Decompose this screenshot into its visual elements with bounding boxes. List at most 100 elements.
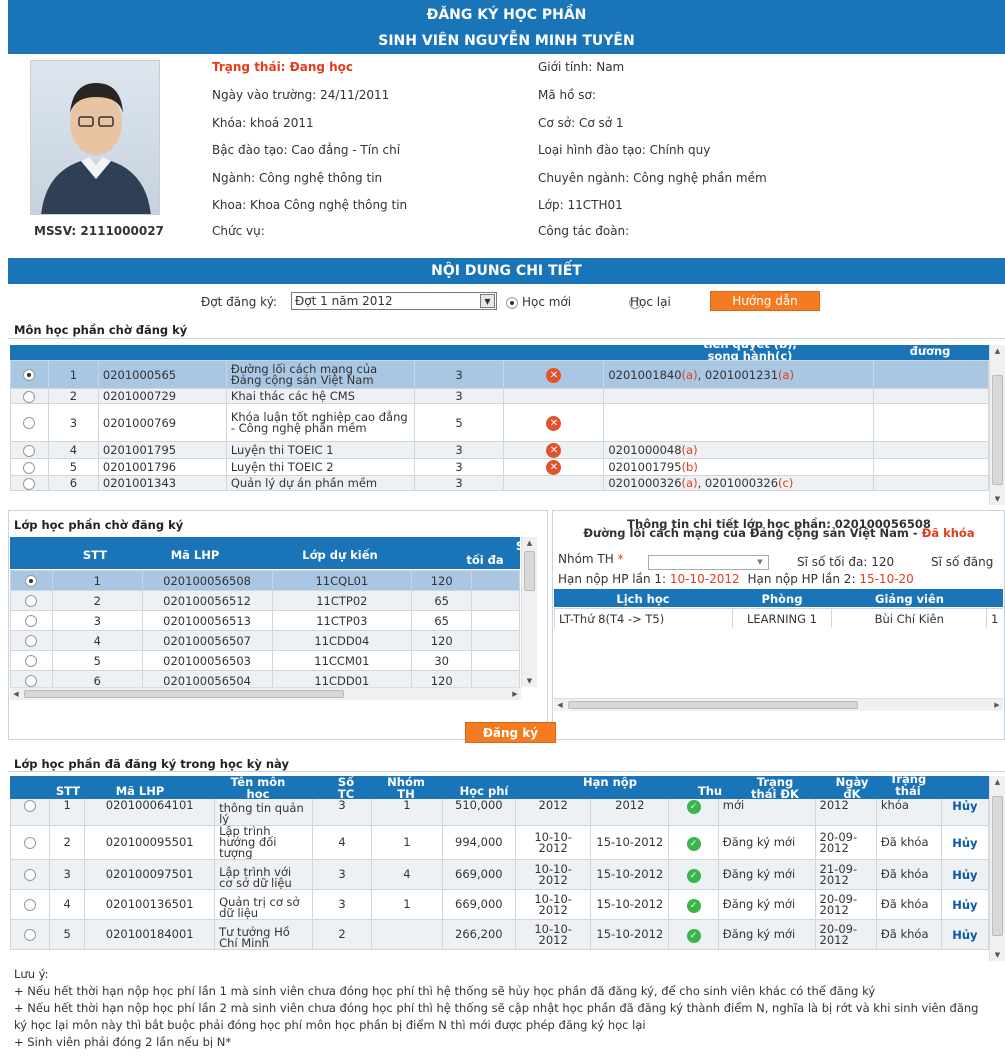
row-select-cell[interactable]	[10, 458, 49, 476]
registered-scrollbar[interactable]: ▲ ▼	[989, 776, 1005, 961]
chevron-down-icon[interactable]: ▼	[480, 294, 495, 308]
class-row[interactable]: 2 020100056512 11CTP02 65	[10, 590, 520, 611]
row-select-cell[interactable]	[10, 610, 53, 631]
course-row[interactable]: 2 0201000729 Khai thác các hệ CMS 3	[10, 388, 989, 404]
room-cell: LEARNING 1	[731, 608, 833, 628]
row-select-cell[interactable]	[10, 403, 49, 442]
class-row[interactable]: 1 020100056508 11CQL01 120	[10, 570, 520, 591]
pending-classes-header: STT Mã LHP Lớp dự kiến S tối đa	[10, 537, 520, 569]
chevron-down-icon[interactable]: ▼	[753, 556, 767, 569]
row-radio[interactable]	[25, 615, 38, 627]
max-size-label: Sĩ số tối đa: 120	[797, 555, 895, 569]
row-select-cell[interactable]	[10, 889, 50, 920]
row-radio[interactable]	[23, 899, 36, 911]
registered-row[interactable]: 5 020100184001 Tư tưởng Hồ Chí Minh 2 266,20…	[10, 919, 989, 950]
stt-cell: 5	[47, 458, 99, 476]
name-cell: Lập trình hướng đối tượng	[214, 825, 313, 860]
registered-row[interactable]: 4 020100136501 Quản trị cơ sở dữ liệu 3 1 669…	[10, 889, 989, 920]
pending-classes-hscrollbar[interactable]: ◀ ▶	[10, 687, 521, 700]
course-row[interactable]: 4 0201001795 Luyện thi TOEIC 1 3 ✕ 0201000048…	[10, 441, 989, 459]
row-radio[interactable]	[23, 929, 36, 941]
gender-field: Giới tính: Nam	[538, 60, 625, 74]
row-radio[interactable]	[25, 655, 38, 667]
class-cell: 11CQL01	[271, 570, 413, 591]
registered-row[interactable]: 1 020100064101 thông tin quản lý 3 1 510,000 2…	[10, 799, 989, 826]
row-radio[interactable]	[23, 869, 36, 881]
due2-cell: 2012	[590, 799, 670, 826]
col-group: Nhóm TH	[387, 776, 425, 799]
row-radio[interactable]	[23, 390, 36, 403]
radio-new-course[interactable]	[506, 296, 518, 309]
row-radio[interactable]	[23, 837, 36, 849]
row-select-cell[interactable]	[10, 825, 50, 860]
row-radio[interactable]	[23, 417, 36, 429]
cancel-button[interactable]: Hủy	[940, 799, 989, 826]
row-radio[interactable]	[23, 461, 36, 474]
course-row[interactable]: 1 0201000565 Đường lối cách mạng của Đảng …	[10, 360, 989, 389]
cancel-button[interactable]: Hủy	[940, 825, 989, 860]
pending-courses-scrollbar[interactable]: ▲ ▼	[989, 345, 1005, 505]
class-row[interactable]: 4 020100056507 11CDD04 120	[10, 630, 520, 651]
class-cell: 11CDD01	[271, 670, 413, 687]
prereq-cell: 0201001795(b)	[603, 458, 875, 476]
row-select-cell[interactable]	[10, 360, 49, 389]
col-room: Phòng	[761, 592, 803, 606]
row-select-cell[interactable]	[10, 919, 50, 950]
credits-cell: 3	[413, 475, 505, 491]
class-row[interactable]: 5 020100056503 11CCM01 30	[10, 650, 520, 671]
note-3: + Sinh viên phải đóng 2 lần nếu bị N*	[14, 1035, 232, 1049]
row-select-cell[interactable]	[10, 570, 53, 591]
cancel-button[interactable]: Hủy	[940, 859, 989, 890]
registered-row[interactable]: 2 020100095501 Lập trình hướng đối tượng 4 1…	[10, 825, 989, 860]
row-radio[interactable]	[23, 800, 36, 812]
guide-button[interactable]: Hướng dẫn	[710, 291, 820, 311]
class-detail-hscrollbar[interactable]: ◀ ▶	[554, 698, 1003, 711]
period-select[interactable]: Đợt 1 năm 2012 ▼	[291, 292, 497, 310]
paid-cell: ✓	[668, 825, 719, 860]
prereq-type: (a)	[778, 367, 795, 382]
state-cell: Đã khóa	[875, 889, 942, 920]
row-select-cell[interactable]	[10, 670, 53, 687]
row-select-cell[interactable]	[10, 388, 49, 404]
cancel-button[interactable]: Hủy	[940, 889, 989, 920]
row-radio[interactable]	[23, 444, 36, 457]
page-title: ĐĂNG KÝ HỌC PHẦN	[8, 0, 1005, 28]
check-icon: ✓	[686, 898, 701, 913]
row-select-cell[interactable]	[10, 475, 49, 491]
row-select-cell[interactable]	[10, 441, 49, 459]
class-row[interactable]: 6 020100056504 11CDD01 120	[10, 670, 520, 687]
extra-cell	[471, 650, 520, 671]
course-row[interactable]: 6 0201001343 Quản lý dự án phần mềm 3 020100…	[10, 475, 989, 491]
register-button[interactable]: Đăng ký	[465, 722, 556, 743]
equiv-cell	[873, 458, 989, 476]
registered-row[interactable]: 3 020100097501 Lập trình với cơ sở dữ liệu…	[10, 859, 989, 890]
row-radio[interactable]	[25, 575, 38, 587]
radio-new-label: Học mới	[522, 295, 572, 309]
paid-cell: ✓	[668, 889, 719, 920]
due2-cell: 15-10-2012	[590, 859, 670, 890]
row-select-cell[interactable]	[10, 590, 53, 611]
row-radio[interactable]	[23, 477, 36, 490]
cancel-button[interactable]: Hủy	[940, 919, 989, 950]
equiv-cell	[873, 441, 989, 459]
row-select-cell[interactable]	[10, 630, 53, 651]
pending-classes-scrollbar[interactable]: ▲ ▼	[521, 537, 537, 687]
group-select[interactable]: ▼	[648, 555, 769, 570]
col-stt: STT	[82, 548, 108, 562]
course-row[interactable]: 3 0201000769 Khóa luận tốt nghiệp cao đẳng…	[10, 403, 989, 442]
state-cell: khóa	[875, 799, 942, 826]
row-select-cell[interactable]	[10, 859, 50, 890]
col-code: Mã LHP	[115, 784, 165, 798]
course-row[interactable]: 5 0201001796 Luyện thi TOEIC 2 3 ✕ 0201001795…	[10, 458, 989, 476]
class-row[interactable]: 3 020100056513 11CTP03 65	[10, 610, 520, 631]
row-radio[interactable]	[23, 369, 36, 381]
row-radio[interactable]	[25, 635, 38, 647]
check-icon: ✓	[686, 928, 701, 943]
row-radio[interactable]	[25, 675, 38, 687]
row-select-cell[interactable]	[10, 650, 53, 671]
period-select-value: Đợt 1 năm 2012	[295, 294, 393, 308]
row-select-cell[interactable]	[10, 799, 50, 826]
row-radio[interactable]	[25, 595, 38, 607]
due1-label: Hạn nộp HP lần 1:	[558, 572, 667, 586]
code-cell: 020100095501	[84, 825, 216, 860]
